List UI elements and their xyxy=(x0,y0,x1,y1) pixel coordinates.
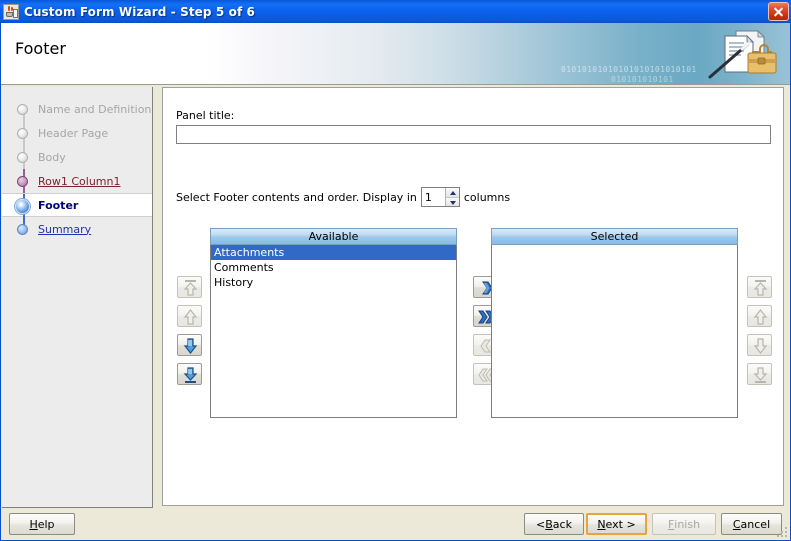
resize-grip-icon[interactable] xyxy=(776,526,788,538)
sidebar-item-label: Summary xyxy=(38,222,92,236)
dialog-button-bar: Help < Back Next > Finish Cancel xyxy=(1,513,790,539)
list-item[interactable]: Attachments xyxy=(211,245,456,260)
custom-form-wizard-dialog: Custom Form Wizard - Step 5 of 6 0101010… xyxy=(0,0,791,541)
list-item[interactable]: Comments xyxy=(211,260,456,275)
window-title-bar: Custom Form Wizard - Step 5 of 6 xyxy=(0,0,791,23)
selected-move-to-top-button[interactable] xyxy=(747,276,772,298)
help-label-mnemonic: H xyxy=(29,517,38,531)
wizard-steps-list: Name and Definition Header Page Body Row… xyxy=(2,97,152,241)
columns-decrement-button[interactable] xyxy=(445,197,459,206)
documents-wand-briefcase-illustration xyxy=(708,30,777,79)
close-icon[interactable] xyxy=(768,2,789,21)
selected-listbox: Selected xyxy=(491,228,738,418)
selected-move-down-button[interactable] xyxy=(747,334,772,356)
list-item[interactable]: History xyxy=(211,275,456,290)
order-columns-suffix: columns xyxy=(463,190,511,204)
next-label-suffix: ext > xyxy=(605,517,636,531)
back-label-suffix: ack xyxy=(552,517,572,531)
java-coffee-cup-icon xyxy=(3,3,19,20)
selected-reorder-buttons xyxy=(747,276,772,385)
sidebar-item-summary[interactable]: Summary xyxy=(2,217,152,241)
panel-title-label: Panel title: xyxy=(176,109,235,122)
wizard-content-panel: Panel title: Select Footer contents and … xyxy=(162,87,784,506)
sidebar-item-label: Name and Definition xyxy=(38,102,152,116)
panel-title-input[interactable] xyxy=(176,125,771,144)
move-to-top-button[interactable] xyxy=(177,276,202,298)
sidebar-item-label: Footer xyxy=(38,198,79,212)
selected-list-header: Selected xyxy=(491,228,738,245)
move-up-button[interactable] xyxy=(177,305,202,327)
selected-list-items[interactable] xyxy=(491,245,738,418)
wizard-steps-sidebar: Name and Definition Header Page Body Row… xyxy=(2,87,153,508)
columns-stepper-buttons xyxy=(444,188,459,206)
selected-move-up-button[interactable] xyxy=(747,305,772,327)
available-list-items[interactable]: Attachments Comments History xyxy=(210,245,457,418)
window-title: Custom Form Wizard - Step 5 of 6 xyxy=(24,4,255,19)
dialog-body: Name and Definition Header Page Body Row… xyxy=(0,85,791,541)
dual-list-selector: Available Attachments Comments History S… xyxy=(176,228,772,418)
sidebar-item-body[interactable]: Body xyxy=(2,145,152,169)
columns-order-row: Select Footer contents and order. Displa… xyxy=(176,187,510,207)
finish-button: Finish xyxy=(652,513,716,535)
back-label-prefix: < xyxy=(536,517,546,531)
next-label-mnemonic: N xyxy=(597,517,606,531)
columns-stepper[interactable]: 1 xyxy=(420,187,460,207)
banner-binary-text-row2: 010101010101 xyxy=(611,75,674,84)
columns-value[interactable]: 1 xyxy=(421,188,445,206)
banner-binary-text-row1: 01010101010101010101010101 xyxy=(561,65,697,74)
back-button[interactable]: < Back xyxy=(524,513,584,535)
sidebar-item-footer[interactable]: Footer xyxy=(2,193,152,218)
move-down-button[interactable] xyxy=(177,334,202,356)
sidebar-item-label: Body xyxy=(38,150,66,164)
next-button[interactable]: Next > xyxy=(586,513,647,535)
help-label-suffix: elp xyxy=(37,517,55,531)
sidebar-item-header-page[interactable]: Header Page xyxy=(2,121,152,145)
wizard-header-banner: 01010101010101010101010101 010101010101 xyxy=(0,23,791,85)
cancel-label-mnemonic: C xyxy=(732,517,741,531)
sidebar-item-row1-column1[interactable]: Row1 Column1 xyxy=(2,169,152,193)
columns-increment-button[interactable] xyxy=(445,188,459,198)
help-button[interactable]: Help xyxy=(9,513,75,535)
sidebar-item-label: Row1 Column1 xyxy=(38,174,121,188)
back-label-mnemonic: B xyxy=(545,517,553,531)
sidebar-item-name-and-definition[interactable]: Name and Definition xyxy=(2,97,152,121)
order-instruction-text: Select Footer contents and order. Displa… xyxy=(176,190,417,204)
selected-move-to-bottom-button[interactable] xyxy=(747,363,772,385)
cancel-button[interactable]: Cancel xyxy=(721,513,782,535)
available-list-header: Available xyxy=(210,228,457,245)
page-title: Footer xyxy=(15,39,66,58)
cancel-label-suffix: ancel xyxy=(740,517,771,531)
move-to-bottom-button[interactable] xyxy=(177,363,202,385)
available-reorder-buttons xyxy=(177,276,202,385)
available-listbox: Available Attachments Comments History xyxy=(210,228,457,418)
finish-label-suffix: inish xyxy=(674,517,701,531)
sidebar-item-label: Header Page xyxy=(38,126,109,140)
